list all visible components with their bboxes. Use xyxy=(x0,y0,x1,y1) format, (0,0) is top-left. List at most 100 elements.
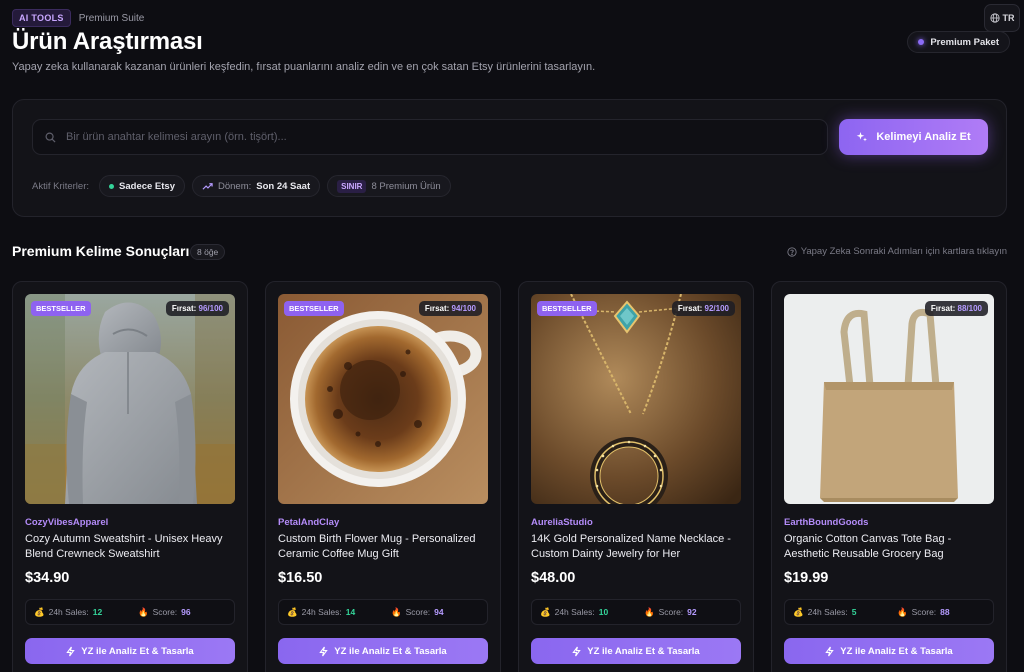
score-value: 88 xyxy=(940,607,950,617)
search-input[interactable] xyxy=(66,131,827,143)
bestseller-badge: BESTSELLER xyxy=(31,301,91,316)
store-name[interactable]: CozyVibesApparel xyxy=(25,517,108,528)
opportunity-value: 88/100 xyxy=(957,304,982,313)
sales-value: 14 xyxy=(345,607,356,617)
analyze-design-label: YZ ile Analiz Et & Tasarla xyxy=(587,645,700,657)
opportunity-value: 92/100 xyxy=(704,304,729,313)
bestseller-badge: BESTSELLER xyxy=(537,301,597,316)
product-card[interactable]: BESTSELLER Fırsat: 94/100 PetalAndClay C… xyxy=(265,281,501,672)
sales-value: 10 xyxy=(598,607,609,617)
search-panel: Kelimeyi Analiz Et Aktif Kriterler: Sade… xyxy=(12,99,1007,217)
sales-value: 5 xyxy=(851,607,857,617)
sales-label: 24h Sales: xyxy=(554,607,595,617)
fire-icon: 🔥 xyxy=(897,606,908,617)
language-button[interactable]: TR xyxy=(984,4,1020,32)
suite-label: Premium Suite xyxy=(78,12,145,24)
analyze-design-button[interactable]: YZ ile Analiz Et & Tasarla xyxy=(25,638,235,664)
product-image: Fırsat: 88/100 xyxy=(784,294,994,504)
help-circle-icon xyxy=(787,246,797,257)
analyze-design-label: YZ ile Analiz Et & Tasarla xyxy=(334,645,447,657)
header-topbar: AI TOOLS Premium Suite xyxy=(12,9,144,27)
results-hint: Yapay Zeka Sonraki Adımları için kartlar… xyxy=(787,246,1007,257)
score-label: Score: xyxy=(911,607,937,617)
opportunity-value: 96/100 xyxy=(198,304,223,313)
analyze-design-button[interactable]: YZ ile Analiz Et & Tasarla xyxy=(784,638,994,664)
score-value: 92 xyxy=(687,607,697,617)
plan-label: Premium Paket xyxy=(930,36,999,48)
opportunity-score-badge: Fırsat: 88/100 xyxy=(924,301,988,316)
store-name[interactable]: AureliaStudio xyxy=(531,517,593,528)
product-stats: 💰 24h Sales: 14 🔥 Score: 94 xyxy=(278,599,488,625)
score-label: Score: xyxy=(152,607,178,617)
sales-label: 24h Sales: xyxy=(48,607,89,617)
score-prefix: Fırsat: xyxy=(171,304,197,313)
analyze-keyword-button[interactable]: Kelimeyi Analiz Et xyxy=(839,119,988,155)
money-bag-icon: 💰 xyxy=(287,606,298,617)
product-card[interactable]: Fırsat: 88/100 EarthBoundGoods Organic C… xyxy=(771,281,1007,672)
sales-label: 24h Sales: xyxy=(807,607,848,617)
product-price: $34.90 xyxy=(25,570,70,586)
store-name[interactable]: PetalAndClay xyxy=(278,517,339,528)
sales-value: 12 xyxy=(92,607,103,617)
opportunity-score-badge: Fırsat: 96/100 xyxy=(165,301,229,316)
chip-period[interactable]: Dönem: Son 24 Saat xyxy=(192,175,321,197)
product-price: $48.00 xyxy=(531,570,576,586)
plan-dot-icon xyxy=(918,39,925,45)
trending-up-icon xyxy=(202,182,213,190)
score-value: 96 xyxy=(181,607,191,617)
fire-icon: 🔥 xyxy=(138,606,149,617)
product-card[interactable]: BESTSELLER Fırsat: 96/100 CozyVibesAppar… xyxy=(12,281,248,672)
product-name: Cozy Autumn Sweatshirt - Unisex Heavy Bl… xyxy=(25,533,223,560)
chip-limit[interactable]: SINIR 8 Premium Ürün xyxy=(327,175,451,197)
money-bag-icon: 💰 xyxy=(34,606,45,617)
chip-source[interactable]: Sadece Etsy xyxy=(99,175,185,197)
score-value: 94 xyxy=(434,607,444,617)
product-name: 14K Gold Personalized Name Necklace - Cu… xyxy=(531,533,731,560)
score-prefix: Fırsat: xyxy=(930,304,956,313)
search-box[interactable] xyxy=(32,119,828,155)
analyze-design-button[interactable]: YZ ile Analiz Et & Tasarla xyxy=(278,638,488,664)
ai-tools-tag: AI TOOLS xyxy=(12,9,71,27)
product-stats: 💰 24h Sales: 10 🔥 Score: 92 xyxy=(531,599,741,625)
score-prefix: Fırsat: xyxy=(677,304,703,313)
opportunity-score-badge: Fırsat: 94/100 xyxy=(418,301,482,316)
globe-icon xyxy=(989,13,1000,23)
chip-limit-value: 8 Premium Ürün xyxy=(371,180,441,192)
money-bag-icon: 💰 xyxy=(540,606,551,617)
lightning-icon xyxy=(66,646,75,656)
results-title: Premium Kelime Sonuçları xyxy=(12,243,190,259)
analyze-button-label: Kelimeyi Analiz Et xyxy=(876,131,971,143)
product-image: BESTSELLER Fırsat: 94/100 xyxy=(278,294,488,504)
page-title: Ürün Araştırması xyxy=(12,28,203,55)
money-bag-icon: 💰 xyxy=(793,606,804,617)
fire-icon: 🔥 xyxy=(644,606,655,617)
opportunity-score-badge: Fırsat: 92/100 xyxy=(671,301,735,316)
chip-source-label: Sadece Etsy xyxy=(119,180,175,192)
fire-icon: 🔥 xyxy=(391,606,402,617)
score-label: Score: xyxy=(405,607,431,617)
lightning-icon xyxy=(572,646,581,656)
product-stats: 💰 24h Sales: 5 🔥 Score: 88 xyxy=(784,599,994,625)
premium-plan-badge[interactable]: Premium Paket xyxy=(907,31,1010,53)
analyze-design-button[interactable]: YZ ile Analiz Et & Tasarla xyxy=(531,638,741,664)
chip-period-label: Dönem: xyxy=(218,180,252,192)
page-subtitle: Yapay zeka kullanarak kazanan ürünleri k… xyxy=(12,61,596,73)
bestseller-badge: BESTSELLER xyxy=(284,301,344,316)
opportunity-value: 94/100 xyxy=(451,304,476,313)
product-name: Custom Birth Flower Mug - Personalized C… xyxy=(278,533,476,560)
status-dot-icon xyxy=(109,183,115,189)
product-price: $19.99 xyxy=(784,570,829,586)
product-price: $16.50 xyxy=(278,570,323,586)
score-prefix: Fırsat: xyxy=(424,304,450,313)
search-icon xyxy=(45,132,56,143)
results-hint-text: Yapay Zeka Sonraki Adımları için kartlar… xyxy=(800,246,1007,257)
analyze-design-label: YZ ile Analiz Et & Tasarla xyxy=(840,645,953,657)
store-name[interactable]: EarthBoundGoods xyxy=(784,517,868,528)
language-label: TR xyxy=(1002,13,1015,23)
active-criteria: Aktif Kriterler: Sadece Etsy Dönem: Son … xyxy=(32,175,451,197)
product-stats: 💰 24h Sales: 12 🔥 Score: 96 xyxy=(25,599,235,625)
criteria-label: Aktif Kriterler: xyxy=(32,180,90,192)
product-card[interactable]: BESTSELLER Fırsat: 92/100 AureliaStudio … xyxy=(518,281,754,672)
analyze-design-label: YZ ile Analiz Et & Tasarla xyxy=(81,645,194,657)
results-count-badge: 8 öğe xyxy=(190,244,226,260)
